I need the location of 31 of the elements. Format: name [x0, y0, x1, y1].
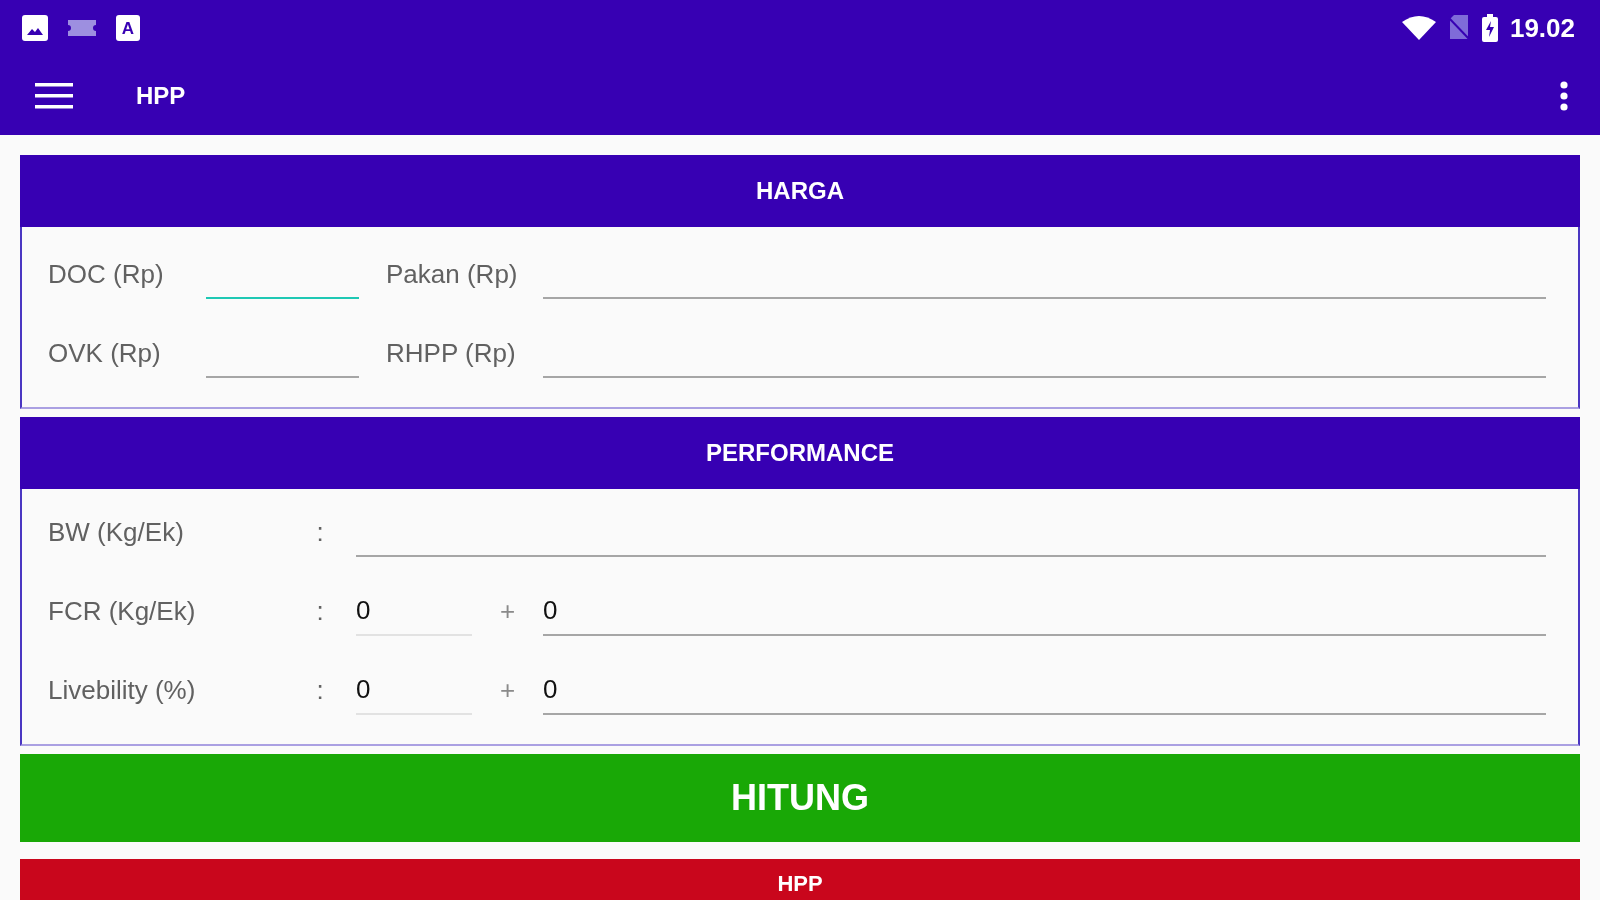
field-label: OVK (Rp)	[48, 337, 162, 370]
card-icon	[68, 20, 96, 36]
colon-separator: :	[315, 595, 325, 628]
plus-sign: +	[499, 674, 516, 707]
field-label: Livebility (%)	[48, 674, 197, 707]
input-field[interactable]: 0	[543, 587, 1546, 636]
notification-letter-tile: A	[116, 15, 140, 41]
section-header: HARGA	[20, 155, 1580, 227]
clock-time: 19.02	[1509, 15, 1575, 41]
field-label: BW (Kg/Ek)	[48, 516, 185, 549]
field-label: FCR (Kg/Ek)	[48, 595, 197, 628]
input-field[interactable]: 0	[543, 666, 1546, 715]
app-title: HPP	[136, 80, 186, 111]
colon-separator: :	[315, 674, 325, 707]
no-sim-icon	[1447, 15, 1470, 41]
field-label: RHPP (Rp)	[386, 337, 517, 370]
colon-separator: :	[315, 516, 325, 549]
plus-sign: +	[499, 595, 516, 628]
input-field[interactable]: 0	[356, 587, 472, 636]
menu-button[interactable]	[35, 81, 73, 110]
more-vertical-icon	[1560, 80, 1568, 111]
wifi-icon	[1401, 16, 1436, 40]
field-label: Pakan (Rp)	[386, 258, 519, 291]
image-icon	[22, 15, 48, 41]
menu-icon	[35, 82, 73, 109]
field-label: DOC (Rp)	[48, 258, 165, 291]
section-header: PERFORMANCE	[20, 417, 1580, 489]
result-header: HPP	[20, 859, 1580, 900]
overflow-menu-button[interactable]	[1560, 80, 1568, 111]
input-field[interactable]: 0	[356, 666, 472, 715]
battery-charging-icon	[1481, 14, 1498, 42]
